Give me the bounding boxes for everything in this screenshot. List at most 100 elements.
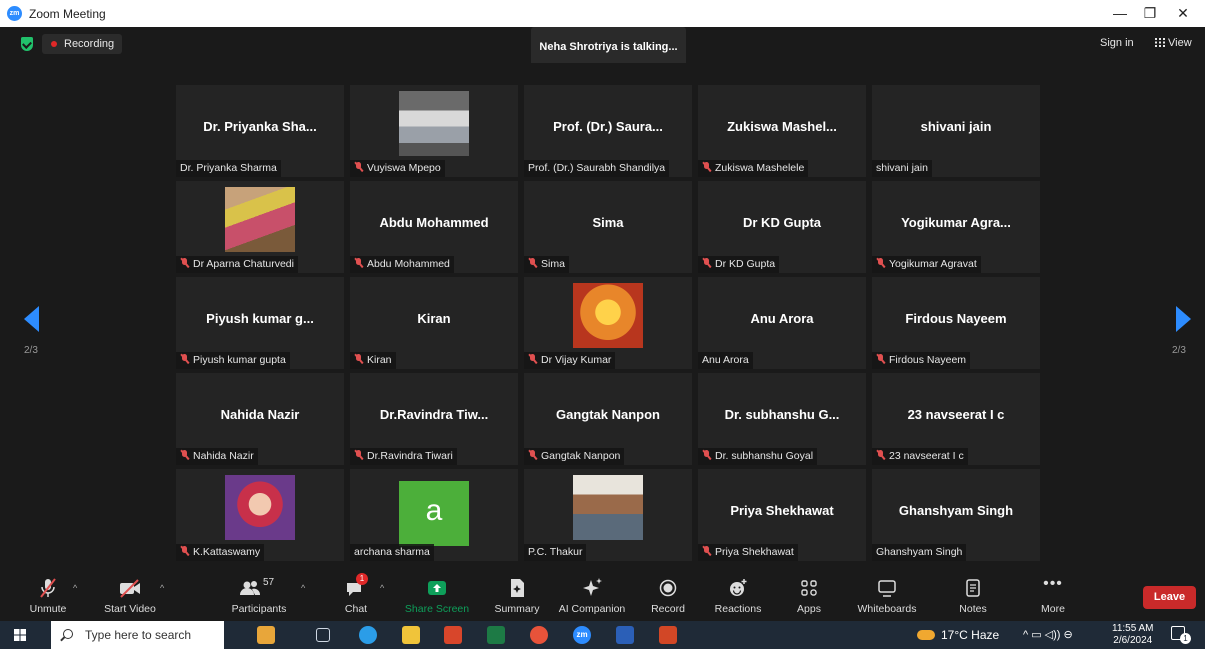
participant-tile[interactable]: Yogikumar Agra... Yogikumar Agravat — [872, 181, 1040, 273]
participant-tile[interactable]: 23 navseerat I c 23 navseerat I c — [872, 373, 1040, 465]
whiteboard-icon — [877, 577, 897, 599]
participant-tile[interactable]: Priya Shekhawat Priya Shekhawat — [698, 469, 866, 561]
participant-tile[interactable]: shivani jain shivani jain — [872, 85, 1040, 177]
participant-tile[interactable]: Nahida Nazir Nahida Nazir — [176, 373, 344, 465]
more-button[interactable]: ••• More — [1036, 575, 1070, 616]
windows-start-icon[interactable] — [14, 629, 26, 641]
close-button[interactable]: ✕ — [1168, 3, 1198, 23]
participant-display-name: Anu Arora — [750, 311, 814, 326]
briefcase-app-icon[interactable] — [257, 626, 275, 644]
participant-tile[interactable]: Dr Aparna Chaturvedi — [176, 181, 344, 273]
participant-display-name: 23 navseerat I c — [907, 407, 1005, 422]
minimize-button[interactable]: — — [1105, 3, 1135, 23]
meeting-controls-toolbar: Unmute ^ Start Video ^ 57 Participants ^… — [0, 573, 1205, 621]
participant-tile[interactable]: K.Kattaswamy — [176, 469, 344, 561]
chat-button[interactable]: 1 Chat — [340, 573, 372, 615]
ai-companion-button[interactable]: AI Companion — [556, 577, 628, 615]
ai-sparkle-icon — [581, 577, 603, 599]
participant-tile[interactable]: Gangtak Nanpon Gangtak Nanpon — [524, 373, 692, 465]
record-button[interactable]: Record — [649, 577, 687, 615]
left-page-indicator: 2/3 — [24, 345, 38, 356]
participant-tile[interactable]: Vuyiswa Mpepo — [350, 85, 518, 177]
excel-icon[interactable] — [487, 626, 505, 644]
grid-view-icon — [1155, 38, 1165, 47]
edge-browser-icon[interactable] — [359, 626, 377, 644]
participant-tile[interactable]: Piyush kumar g... Piyush kumar gupta — [176, 277, 344, 369]
task-view-icon[interactable] — [316, 628, 330, 642]
audio-options-caret-icon[interactable]: ^ — [73, 583, 77, 593]
apps-button[interactable]: Apps — [795, 577, 823, 615]
previous-page-arrow-icon[interactable] — [24, 306, 39, 332]
windows-taskbar: Type here to search zm 17°C Haze ^ ▭ ◁))… — [0, 621, 1205, 649]
mic-off-icon — [354, 450, 363, 460]
summary-button[interactable]: Summary — [491, 577, 543, 615]
participants-button[interactable]: 57 Participants — [228, 577, 290, 615]
word-icon[interactable] — [616, 626, 634, 644]
chat-options-caret-icon[interactable]: ^ — [380, 583, 384, 593]
participant-photo — [573, 283, 643, 348]
whiteboards-button[interactable]: Whiteboards — [855, 577, 919, 615]
reactions-button[interactable]: Reactions — [713, 577, 763, 615]
mic-off-icon — [354, 162, 363, 172]
participant-name: Dr. Priyanka Sharma — [180, 162, 277, 174]
file-explorer-icon[interactable] — [402, 626, 420, 644]
unmute-button[interactable]: Unmute — [27, 577, 69, 615]
participant-name: Dr KD Gupta — [715, 258, 776, 270]
participant-tile[interactable]: a archana sharma — [350, 469, 518, 561]
participant-display-name: Sima — [592, 215, 624, 230]
participant-tile[interactable]: Kiran Kiran — [350, 277, 518, 369]
participant-name: Dr. subhanshu Goyal — [715, 450, 814, 462]
participant-tile[interactable]: Dr. subhanshu G... Dr. subhanshu Goyal — [698, 373, 866, 465]
clock[interactable]: 11:55 AM 2/6/2024 — [1112, 623, 1154, 647]
participant-tile[interactable]: P.C. Thakur — [524, 469, 692, 561]
participant-name-label: 23 navseerat I c — [872, 448, 968, 465]
zoom-taskbar-icon[interactable]: zm — [573, 626, 591, 644]
view-button[interactable]: View — [1155, 37, 1192, 49]
start-video-button[interactable]: Start Video — [100, 577, 160, 615]
participant-display-name: Yogikumar Agra... — [901, 215, 1011, 230]
participant-tile[interactable]: Sima Sima — [524, 181, 692, 273]
red-app-icon[interactable] — [444, 626, 462, 644]
more-dots-icon: ••• — [1043, 575, 1063, 592]
participant-display-name: Piyush kumar g... — [206, 311, 314, 326]
powerpoint-icon[interactable] — [659, 626, 677, 644]
participant-tile[interactable]: Abdu Mohammed Abdu Mohammed — [350, 181, 518, 273]
participant-name: Sima — [541, 258, 565, 270]
restore-button[interactable]: ❐ — [1135, 3, 1165, 23]
participant-tile[interactable]: Ghanshyam Singh Ghanshyam Singh — [872, 469, 1040, 561]
notification-center-icon[interactable]: 1 — [1171, 626, 1191, 644]
participant-tile[interactable]: Dr. Priyanka Sha... Dr. Priyanka Sharma — [176, 85, 344, 177]
chat-icon: 1 — [344, 573, 368, 599]
sign-in-link[interactable]: Sign in — [1100, 37, 1134, 49]
participants-options-caret-icon[interactable]: ^ — [301, 583, 305, 593]
participant-tile[interactable]: Dr Vijay Kumar — [524, 277, 692, 369]
weather-widget[interactable]: 17°C Haze — [917, 628, 999, 642]
participant-name: Kiran — [367, 354, 392, 366]
participant-name-label: Dr. Priyanka Sharma — [176, 160, 281, 177]
participant-name: archana sharma — [354, 546, 430, 558]
search-placeholder: Type here to search — [85, 628, 192, 642]
participant-tile[interactable]: Dr KD Gupta Dr KD Gupta — [698, 181, 866, 273]
video-options-caret-icon[interactable]: ^ — [160, 583, 164, 593]
participants-label: Participants — [231, 603, 287, 615]
chrome-icon[interactable] — [530, 626, 548, 644]
reactions-smiley-icon — [728, 577, 748, 599]
security-shield-icon[interactable] — [21, 37, 33, 51]
next-page-arrow-icon[interactable] — [1176, 306, 1191, 332]
active-speaker-banner: Neha Shrotriya is talking... — [531, 27, 686, 67]
participant-name: Priya Shekhawat — [715, 546, 794, 558]
participant-tile[interactable]: Dr.Ravindra Tiw... Dr.Ravindra Tiwari — [350, 373, 518, 465]
mic-off-icon — [528, 450, 537, 460]
participant-tile[interactable]: Firdous Nayeem Firdous Nayeem — [872, 277, 1040, 369]
participant-tile[interactable]: Zukiswa Mashel... Zukiswa Mashelele — [698, 85, 866, 177]
participant-tile[interactable]: Anu Arora Anu Arora — [698, 277, 866, 369]
leave-button[interactable]: Leave — [1143, 586, 1196, 609]
notes-button[interactable]: Notes — [955, 577, 991, 615]
participant-tile[interactable]: Prof. (Dr.) Saura... Prof. (Dr.) Saurabh … — [524, 85, 692, 177]
participant-display-name: Abdu Mohammed — [379, 215, 489, 230]
share-screen-button[interactable]: Share Screen — [404, 577, 470, 615]
recording-indicator[interactable]: Recording — [42, 34, 123, 54]
notes-label: Notes — [959, 603, 987, 615]
taskbar-search-box[interactable]: Type here to search — [51, 621, 224, 649]
system-tray-icons[interactable]: ^ ▭ ◁)) ⊖ — [1023, 628, 1073, 641]
